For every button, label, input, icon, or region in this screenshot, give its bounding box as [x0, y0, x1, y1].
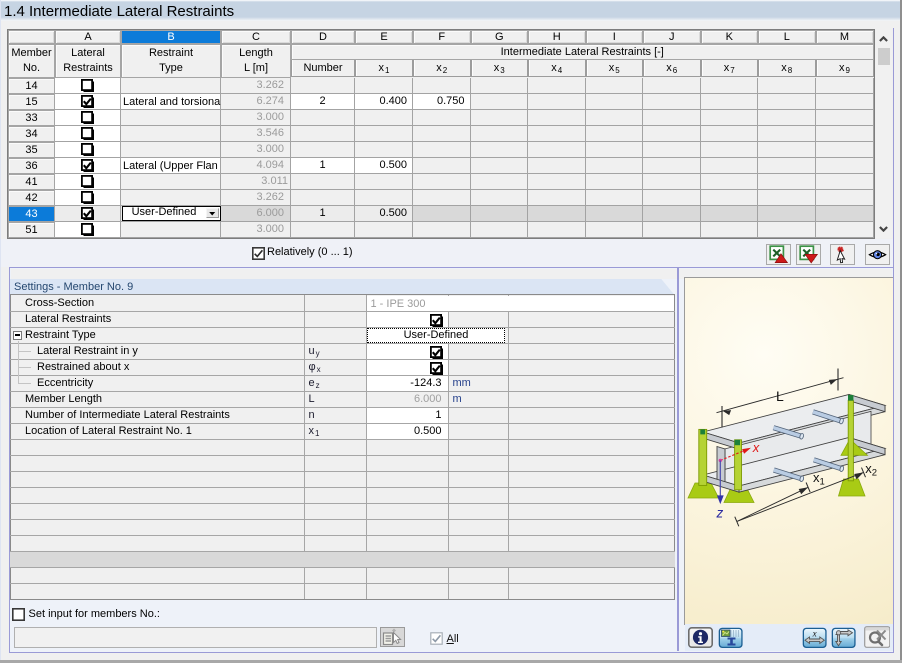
- svg-text:z: z: [715, 505, 723, 520]
- svg-text:x2: x2: [865, 461, 877, 479]
- svg-text:L: L: [776, 388, 784, 404]
- svg-text:x: x: [751, 440, 759, 455]
- svg-text:x: x: [811, 628, 816, 638]
- svg-text:x1: x1: [813, 470, 825, 488]
